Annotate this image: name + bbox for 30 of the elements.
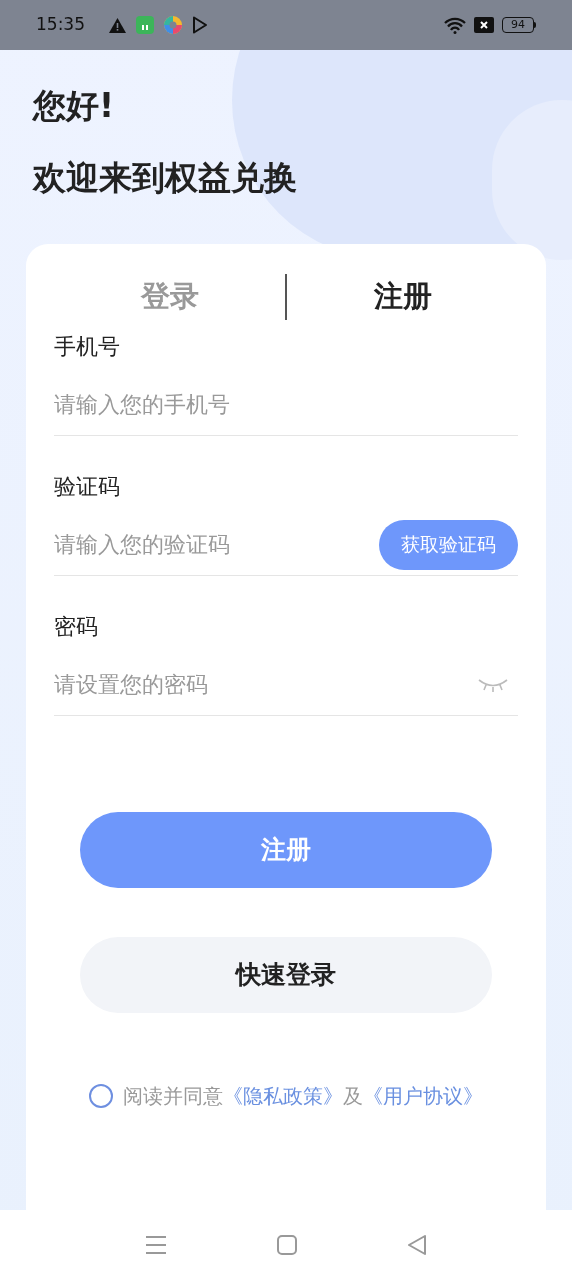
back-icon[interactable] <box>407 1235 427 1255</box>
tab[interactable]: 登录 <box>54 275 285 319</box>
battery-icon: 94 <box>502 17 536 33</box>
status-time: 15:35 <box>36 13 85 37</box>
agree-checkbox[interactable] <box>89 1084 113 1108</box>
app-icon <box>136 16 154 34</box>
page-title: 欢迎来到权益兑换 <box>33 157 298 199</box>
agreement-text: 及 <box>343 1083 363 1110</box>
wifi-icon <box>444 16 466 34</box>
warning-icon <box>109 17 126 33</box>
input-field[interactable]: 请输入您的验证码 <box>54 524 379 565</box>
home-icon[interactable] <box>277 1235 297 1255</box>
privacy-policy-link[interactable]: 《隐私政策》 <box>223 1081 343 1111</box>
menu-icon[interactable] <box>145 1235 167 1255</box>
agreement-text: 阅读并同意 <box>123 1083 223 1110</box>
register-button[interactable]: 注册 <box>80 812 492 888</box>
field-label: 密码 <box>54 613 99 641</box>
quick-login-button[interactable]: 快速登录 <box>80 937 492 1013</box>
field-label: 手机号 <box>54 333 121 361</box>
closed-eye-icon[interactable] <box>478 676 508 693</box>
field-label: 验证码 <box>54 473 121 501</box>
input-field[interactable]: 请输入您的手机号 <box>54 384 518 425</box>
close-box-icon <box>474 17 494 33</box>
greeting: 您好! <box>33 85 116 127</box>
tab[interactable]: 注册 <box>287 275 518 319</box>
play-icon <box>192 16 208 34</box>
user-agreement-link[interactable]: 《用户协议》 <box>363 1081 483 1111</box>
colorful-ring-icon <box>164 16 182 34</box>
get-code-button[interactable]: 获取验证码 <box>379 519 518 570</box>
input-field[interactable]: 请设置您的密码 <box>54 664 478 705</box>
